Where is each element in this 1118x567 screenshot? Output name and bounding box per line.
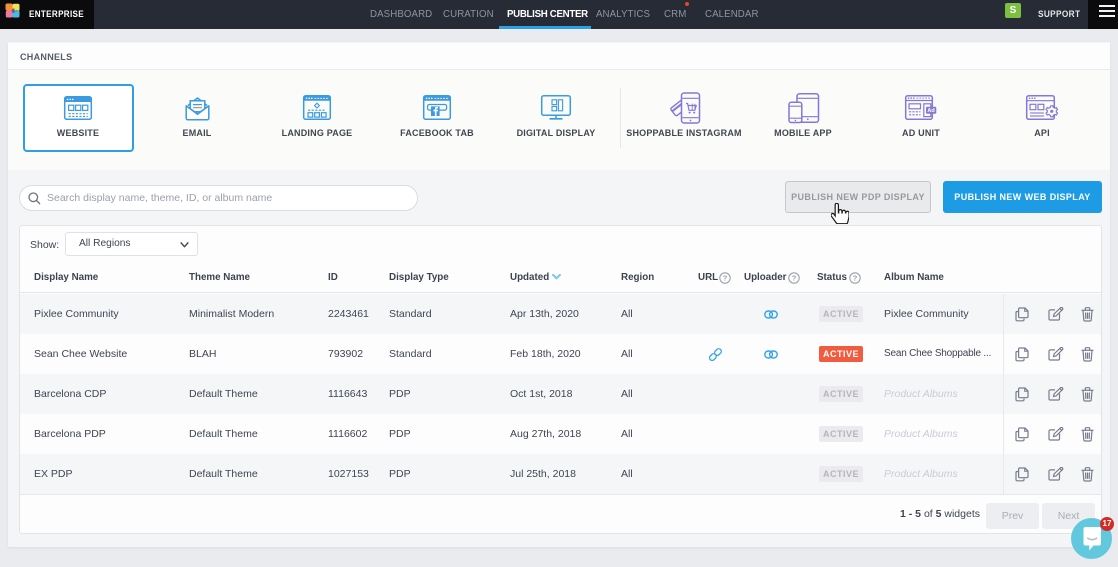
svg-text:?: ?	[853, 274, 858, 283]
svg-text:Ad: Ad	[927, 108, 934, 114]
svg-text:?: ?	[792, 274, 797, 283]
svg-text:?: ?	[723, 274, 728, 283]
